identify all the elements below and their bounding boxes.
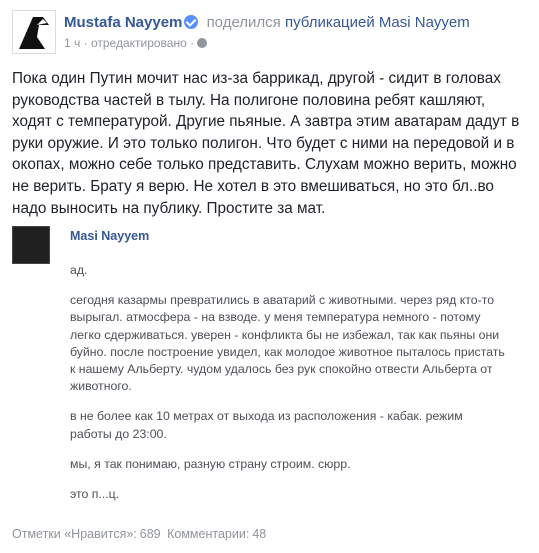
shared-paragraph: ад. xyxy=(70,263,88,277)
comments-label[interactable]: Комментарии: xyxy=(167,527,249,541)
header-title-line: Mustafa Nayyem поделился публикацией Mas… xyxy=(64,14,470,31)
shared-author-name[interactable]: Masi Nayyem xyxy=(70,229,149,243)
post-meta: 1 ч · отредактировано · xyxy=(64,36,210,50)
comments-count[interactable]: 48 xyxy=(252,527,266,541)
shared-paragraph: сегодня казармы превратились в аватарий … xyxy=(70,293,505,394)
meta-separator: · xyxy=(83,36,88,50)
meta-separator-2: · xyxy=(190,36,195,50)
post-header: Mustafa Nayyem поделился публикацией Mas… xyxy=(12,10,529,56)
post-stats: Отметки «Нравится»: 689 Комментарии: 48 xyxy=(12,527,269,541)
author-avatar[interactable] xyxy=(12,10,56,54)
action-text: поделился xyxy=(206,14,281,31)
likes-label[interactable]: Отметки «Нравится»: xyxy=(12,527,137,541)
author-avatar-image xyxy=(13,11,55,53)
post-time[interactable]: 1 ч xyxy=(64,36,80,50)
shared-paragraph: мы, я так понимаю, разную страну строим.… xyxy=(70,456,351,471)
shared-post-link[interactable]: публикацией Masi Nayyem xyxy=(285,14,470,31)
shared-post-body: ад. сегодня казармы превратились в авата… xyxy=(70,262,522,516)
verified-badge-icon xyxy=(184,15,199,29)
shared-paragraph: в не более как 10 метрах от выхода из ра… xyxy=(70,409,463,441)
post-body-text: Пока один Путин мочит нас из-за баррикад… xyxy=(12,70,520,217)
globe-icon[interactable] xyxy=(197,38,208,48)
shared-paragraph: это п...ц. xyxy=(70,487,120,502)
likes-count[interactable]: 689 xyxy=(140,527,161,541)
author-name[interactable]: Mustafa Nayyem xyxy=(64,14,182,31)
shared-author-avatar[interactable] xyxy=(12,226,50,264)
edited-label[interactable]: отредактировано xyxy=(91,36,187,50)
